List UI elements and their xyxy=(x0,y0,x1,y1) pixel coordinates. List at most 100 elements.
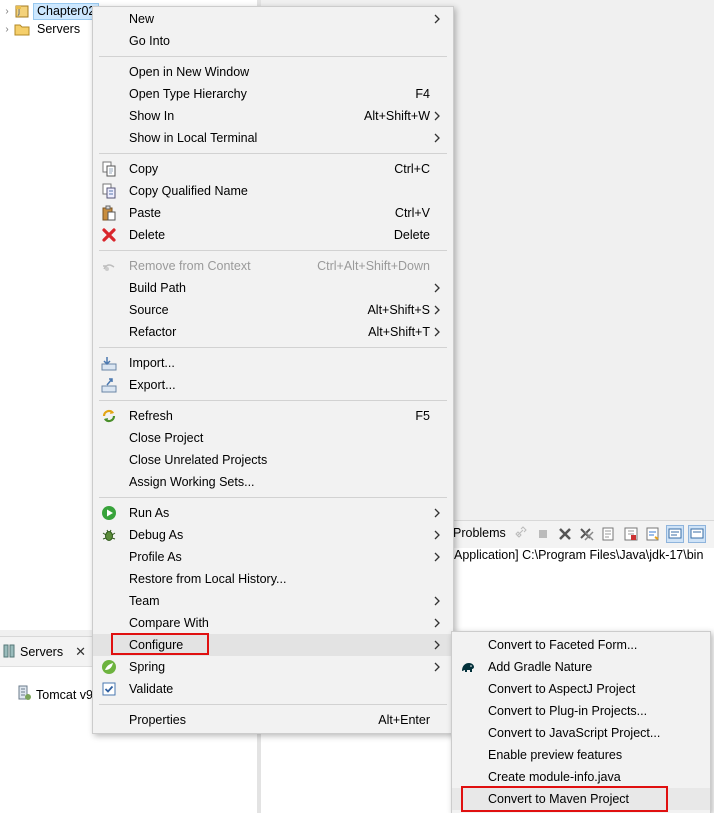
menu-item-assign-working-sets[interactable]: Assign Working Sets... xyxy=(93,471,453,493)
expand-arrow-icon[interactable]: › xyxy=(2,6,12,17)
menu-item-run-as[interactable]: Run As xyxy=(93,502,453,524)
shortcut-label: Ctrl+V xyxy=(394,206,430,220)
menu-item-properties[interactable]: Properties Alt+Enter xyxy=(93,709,453,731)
menu-item-open-in-new-window[interactable]: Open in New Window xyxy=(93,61,453,83)
tab-label: Servers xyxy=(20,645,64,659)
expand-arrow-icon[interactable]: › xyxy=(2,24,12,35)
submenu-arrow-icon xyxy=(433,638,441,652)
copy-qualified-name-icon xyxy=(101,183,117,199)
menu-item-paste[interactable]: Paste Ctrl+V xyxy=(93,202,453,224)
menu-item-debug-as[interactable]: Debug As xyxy=(93,524,453,546)
spring-icon xyxy=(101,659,117,675)
run-icon xyxy=(101,505,117,521)
gradle-elephant-icon xyxy=(460,659,476,675)
menu-item-build-path[interactable]: Build Path xyxy=(93,277,453,299)
remove-icon[interactable] xyxy=(556,525,574,543)
menu-item-restore-from-local-history[interactable]: Restore from Local History... xyxy=(93,568,453,590)
shortcut-label: Ctrl+Alt+Shift+Down xyxy=(317,259,430,273)
menu-item-convert-to-maven-project[interactable]: Convert to Maven Project xyxy=(452,788,710,810)
copy-icon xyxy=(101,161,117,177)
submenu-arrow-icon xyxy=(433,303,441,317)
link-icon[interactable] xyxy=(512,525,530,543)
menu-item-configure[interactable]: Configure xyxy=(93,634,453,656)
server-item-tomcat[interactable]: Tomcat v9 xyxy=(16,685,93,704)
menu-item-copy[interactable]: Copy Ctrl+C xyxy=(93,158,453,180)
submenu-arrow-icon xyxy=(433,281,441,295)
server-icon xyxy=(16,685,32,704)
menu-item-close-unrelated-projects[interactable]: Close Unrelated Projects xyxy=(93,449,453,471)
scroll-lock-icon[interactable] xyxy=(622,525,640,543)
menu-item-remove-from-context: Remove from Context Ctrl+Alt+Shift+Down xyxy=(93,255,453,277)
menu-separator xyxy=(99,704,447,705)
shortcut-label: Alt+Enter xyxy=(378,713,430,727)
menu-separator xyxy=(99,497,447,498)
menu-item-go-into[interactable]: Go Into xyxy=(93,30,453,52)
menu-item-delete[interactable]: Delete Delete xyxy=(93,224,453,246)
menu-item-spring[interactable]: Spring xyxy=(93,656,453,678)
menu-item-compare-with[interactable]: Compare With xyxy=(93,612,453,634)
menu-item-convert-to-plugin-projects[interactable]: Convert to Plug-in Projects... xyxy=(452,700,710,722)
folder-icon xyxy=(14,21,30,37)
tree-item-label: Chapter02 xyxy=(33,2,100,20)
shortcut-label: F5 xyxy=(415,409,430,423)
shortcut-label: Ctrl+C xyxy=(394,162,430,176)
tree-item-servers[interactable]: › Servers xyxy=(0,19,84,39)
submenu-arrow-icon xyxy=(433,616,441,630)
menu-item-convert-to-faceted-form[interactable]: Convert to Faceted Form... xyxy=(452,634,710,656)
console-toolbar xyxy=(512,525,706,543)
paste-icon xyxy=(101,205,117,221)
servers-view-icon xyxy=(2,644,16,661)
submenu-arrow-icon xyxy=(433,528,441,542)
show-console-icon[interactable] xyxy=(666,525,684,543)
delete-icon xyxy=(101,227,117,243)
menu-item-import[interactable]: Import... xyxy=(93,352,453,374)
menu-item-new[interactable]: New xyxy=(93,8,453,30)
close-icon[interactable]: ✕ xyxy=(75,644,86,660)
menu-item-team[interactable]: Team xyxy=(93,590,453,612)
shortcut-label: Alt+Shift+W xyxy=(364,109,430,123)
remove-context-icon xyxy=(101,258,117,274)
submenu-arrow-icon xyxy=(433,660,441,674)
submenu-arrow-icon xyxy=(433,594,441,608)
word-wrap-icon[interactable] xyxy=(644,525,662,543)
submenu-arrow-icon xyxy=(433,506,441,520)
menu-item-convert-to-javascript-project[interactable]: Convert to JavaScript Project... xyxy=(452,722,710,744)
tab-problems[interactable]: Problems xyxy=(453,526,506,540)
menu-item-open-type-hierarchy[interactable]: Open Type Hierarchy F4 xyxy=(93,83,453,105)
menu-separator xyxy=(99,56,447,57)
menu-item-add-gradle-nature[interactable]: Add Gradle Nature xyxy=(452,656,710,678)
menu-item-enable-preview-features[interactable]: Enable preview features xyxy=(452,744,710,766)
menu-item-profile-as[interactable]: Profile As xyxy=(93,546,453,568)
refresh-icon xyxy=(101,408,117,424)
clear-console-icon[interactable] xyxy=(600,525,618,543)
menu-separator xyxy=(99,347,447,348)
project-icon: J xyxy=(14,3,30,19)
remove-all-icon[interactable] xyxy=(578,525,596,543)
menu-item-copy-qualified-name[interactable]: Copy Qualified Name xyxy=(93,180,453,202)
submenu-arrow-icon xyxy=(433,325,441,339)
submenu-arrow-icon xyxy=(433,12,441,26)
menu-item-source[interactable]: Source Alt+Shift+S xyxy=(93,299,453,321)
menu-item-show-in-local-terminal[interactable]: Show in Local Terminal xyxy=(93,127,453,149)
svg-text:J: J xyxy=(17,8,20,16)
menu-item-refresh[interactable]: Refresh F5 xyxy=(93,405,453,427)
show-error-console-icon[interactable] xyxy=(688,525,706,543)
menu-item-export[interactable]: Export... xyxy=(93,374,453,396)
menu-item-validate[interactable]: Validate xyxy=(93,678,453,700)
stop-icon[interactable] xyxy=(534,525,552,543)
validate-check-icon xyxy=(101,681,117,697)
shortcut-label: Alt+Shift+T xyxy=(368,325,430,339)
export-icon xyxy=(101,377,117,393)
menu-separator xyxy=(99,250,447,251)
shortcut-label: Alt+Shift+S xyxy=(367,303,430,317)
menu-separator xyxy=(99,153,447,154)
menu-item-convert-to-aspectj-project[interactable]: Convert to AspectJ Project xyxy=(452,678,710,700)
menu-item-create-module-info[interactable]: Create module-info.java xyxy=(452,766,710,788)
console-text: Application] C:\Program Files\Java\jdk-1… xyxy=(454,548,704,562)
menu-item-close-project[interactable]: Close Project xyxy=(93,427,453,449)
submenu-arrow-icon xyxy=(433,131,441,145)
menu-item-show-in[interactable]: Show In Alt+Shift+W xyxy=(93,105,453,127)
tab-servers[interactable]: Servers ✕ xyxy=(0,637,86,667)
tree-item-chapter02[interactable]: › J Chapter02 xyxy=(0,1,100,21)
menu-item-refactor[interactable]: Refactor Alt+Shift+T xyxy=(93,321,453,343)
